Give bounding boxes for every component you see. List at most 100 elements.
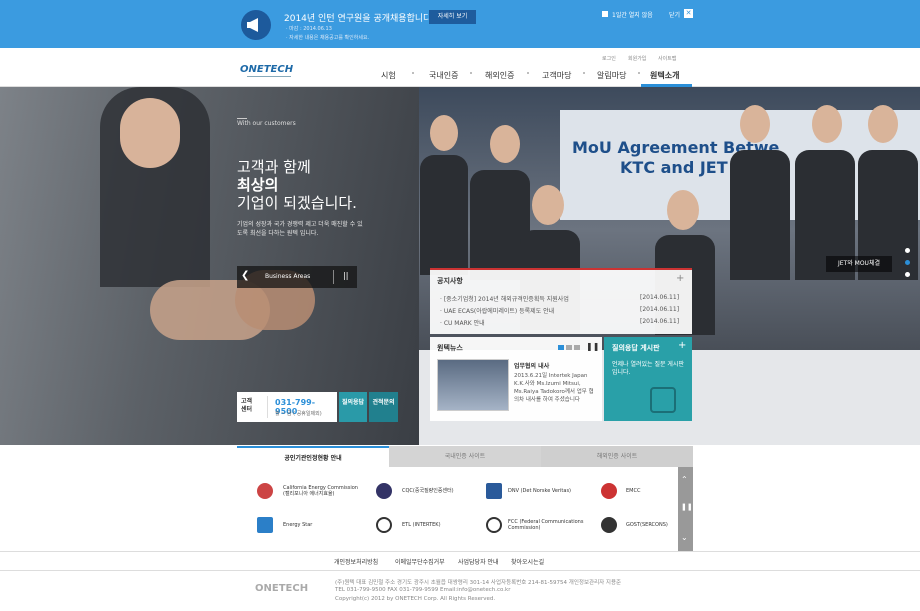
close-icon[interactable]: ✕ bbox=[684, 9, 693, 18]
plus-icon[interactable]: + bbox=[676, 273, 684, 284]
nav-dot bbox=[527, 72, 529, 74]
notice-panel: 공지사항 + · [중소기업청] 2014년 해외규격인증획득 지원사업 [20… bbox=[430, 268, 692, 334]
cert-list: California Energy Commission (캘리포니아 에너지효… bbox=[237, 467, 678, 551]
pause-icon[interactable]: ❚❚ bbox=[681, 503, 693, 511]
recruit-popup-bar bbox=[0, 0, 920, 48]
cert-name[interactable]: EMCC bbox=[626, 488, 666, 494]
megaphone-icon bbox=[241, 10, 271, 40]
one-day-checkbox[interactable] bbox=[602, 11, 608, 17]
cert-name[interactable]: DNV (Det Norske Veritas) bbox=[508, 488, 588, 494]
person-photo bbox=[667, 190, 699, 230]
news-page-indicator[interactable] bbox=[566, 345, 572, 350]
cert-name[interactable]: FCC (Federal Communications Commission) bbox=[508, 519, 588, 531]
chevron-up-icon[interactable]: ⌃ bbox=[681, 475, 688, 484]
faq-text: 언제나 열려있는 질문 게시판입니다. bbox=[612, 361, 684, 376]
footer-link[interactable]: 사업담당자 안내 bbox=[458, 557, 499, 566]
hero-face-photo bbox=[120, 98, 180, 168]
slide-dot[interactable] bbox=[905, 248, 910, 253]
business-areas-label: Business Areas bbox=[265, 273, 311, 280]
cert-name[interactable]: GOST(SERCONS) bbox=[626, 522, 676, 528]
faq-title: 질의응답 게시판 bbox=[612, 344, 660, 352]
one-day-label: 1일간 열지 않음 bbox=[612, 12, 653, 19]
notice-item[interactable]: · CU MARK 안내 bbox=[440, 318, 485, 327]
notice-date: [2014.06.11] bbox=[640, 294, 680, 301]
cs-hours: 월 ~ 금 ( 공휴일제외) bbox=[275, 411, 322, 417]
divider bbox=[267, 396, 268, 418]
detail-button[interactable]: 자세히 보기 bbox=[429, 10, 476, 24]
tab-accreditation[interactable]: 공인기관인정현황 안내 bbox=[237, 446, 389, 467]
slide-dot[interactable] bbox=[905, 272, 910, 277]
news-panel: 원텍뉴스 ❚❚ 업무협의 내사 2013.6.21일 Intertek Japa… bbox=[430, 337, 602, 421]
cqc-icon bbox=[376, 483, 392, 499]
person-photo bbox=[730, 150, 790, 280]
energy-star-icon bbox=[257, 517, 273, 533]
site-header bbox=[0, 48, 920, 87]
footer-address: (주)원텍 대표 김민철 주소 경기도 광주시 초월읍 대쌍령리 301-14 … bbox=[335, 580, 622, 586]
cs-label: 고객센터 bbox=[241, 398, 253, 413]
faq-icon bbox=[650, 387, 676, 413]
hero-heading-3: 기업이 되겠습니다. bbox=[237, 194, 357, 212]
slide-caption: JET와 MOU체결 bbox=[826, 256, 892, 272]
hero-tagline: With our customers bbox=[237, 120, 296, 127]
tagline-line bbox=[237, 118, 247, 119]
popup-title: 2014년 인턴 연구원을 공개채용합니다. bbox=[284, 14, 435, 24]
tab-domestic-sites[interactable]: 국내인증 사이트 bbox=[389, 446, 541, 467]
quote-button[interactable]: 견적문의 bbox=[369, 392, 398, 422]
news-thumbnail[interactable] bbox=[437, 359, 509, 411]
notice-date: [2014.06.11] bbox=[640, 306, 680, 313]
close-label[interactable]: 닫기 bbox=[669, 10, 680, 19]
footer-logo: ONETECH bbox=[255, 583, 309, 594]
pause-icon[interactable]: || bbox=[343, 271, 348, 280]
cert-name[interactable]: California Energy Commission (캘리포니아 에너지효… bbox=[283, 485, 363, 497]
cert-name[interactable]: CQC(중국질량인증센터) bbox=[402, 488, 482, 494]
logo-underline bbox=[247, 76, 291, 77]
business-areas-button[interactable]: ❮ Business Areas || bbox=[237, 266, 357, 288]
person-photo bbox=[490, 125, 520, 163]
cert-scroller: ⌃ ❚❚ ⌄ bbox=[678, 467, 693, 551]
cert-name[interactable]: Energy Star bbox=[283, 522, 363, 528]
notice-title: 공지사항 bbox=[437, 277, 463, 285]
qa-button[interactable]: 질의응답 bbox=[339, 392, 367, 422]
footer-link[interactable]: 이메일무단수집거부 bbox=[395, 557, 445, 566]
customer-center-box: 고객센터 031-799-9500 월 ~ 금 ( 공휴일제외) bbox=[237, 392, 337, 422]
news-title: 원텍뉴스 bbox=[437, 344, 463, 352]
footer-link[interactable]: 찾아오시는길 bbox=[511, 557, 544, 566]
nav-customer[interactable]: 고객마당 bbox=[542, 70, 571, 81]
news-page-indicator[interactable] bbox=[558, 345, 564, 350]
california-energy-icon bbox=[257, 483, 273, 499]
person-photo bbox=[532, 185, 564, 225]
slide-dot-active[interactable] bbox=[905, 260, 910, 265]
chevron-down-icon[interactable]: ⌄ bbox=[681, 533, 688, 542]
news-page-indicator[interactable] bbox=[574, 345, 580, 350]
person-photo bbox=[812, 105, 842, 143]
footer-link[interactable]: 개인정보처리방침 bbox=[334, 557, 378, 566]
util-join[interactable]: 회원가입 bbox=[628, 55, 646, 62]
fcc-icon bbox=[486, 517, 502, 533]
util-sitemap[interactable]: 사이트맵 bbox=[658, 55, 676, 62]
plus-icon[interactable]: + bbox=[678, 340, 686, 351]
nav-notice[interactable]: 알림마당 bbox=[597, 70, 626, 81]
site-logo[interactable]: ONETECH bbox=[240, 64, 293, 75]
notice-item[interactable]: · UAE ECAS(아랍에미레이트) 등록제도 안내 bbox=[440, 306, 554, 315]
nav-test[interactable]: 시험 bbox=[381, 70, 396, 81]
faq-panel[interactable]: 질의응답 게시판 + 언제나 열려있는 질문 게시판입니다. bbox=[604, 337, 692, 421]
cert-name[interactable]: ETL (INTERTEK) bbox=[402, 522, 482, 528]
nav-about[interactable]: 원텍소개 bbox=[650, 70, 679, 81]
news-item-title[interactable]: 업무협의 내사 bbox=[514, 361, 549, 370]
cert-tabs: 공인기관인정현황 안내 국내인증 사이트 해외인증 사이트 bbox=[237, 446, 693, 467]
notice-date: [2014.06.11] bbox=[640, 318, 680, 325]
person-photo bbox=[868, 105, 898, 143]
nav-dot bbox=[470, 72, 472, 74]
nav-dot bbox=[583, 72, 585, 74]
nav-domestic[interactable]: 국내인증 bbox=[429, 70, 458, 81]
pause-icon[interactable]: ❚❚ bbox=[586, 342, 599, 351]
nav-overseas[interactable]: 해외인증 bbox=[485, 70, 514, 81]
notice-item[interactable]: · [중소기업청] 2014년 해외규격인증획득 지원사업 bbox=[440, 294, 569, 303]
person-photo bbox=[420, 155, 468, 275]
tab-overseas-sites[interactable]: 해외인증 사이트 bbox=[541, 446, 693, 467]
util-login[interactable]: 로그인 bbox=[602, 55, 616, 62]
mou-banner-text: KTC and JET bbox=[620, 158, 728, 177]
chevron-left-icon[interactable]: ❮ bbox=[241, 270, 249, 281]
dnv-icon bbox=[486, 483, 502, 499]
nav-dot bbox=[638, 72, 640, 74]
